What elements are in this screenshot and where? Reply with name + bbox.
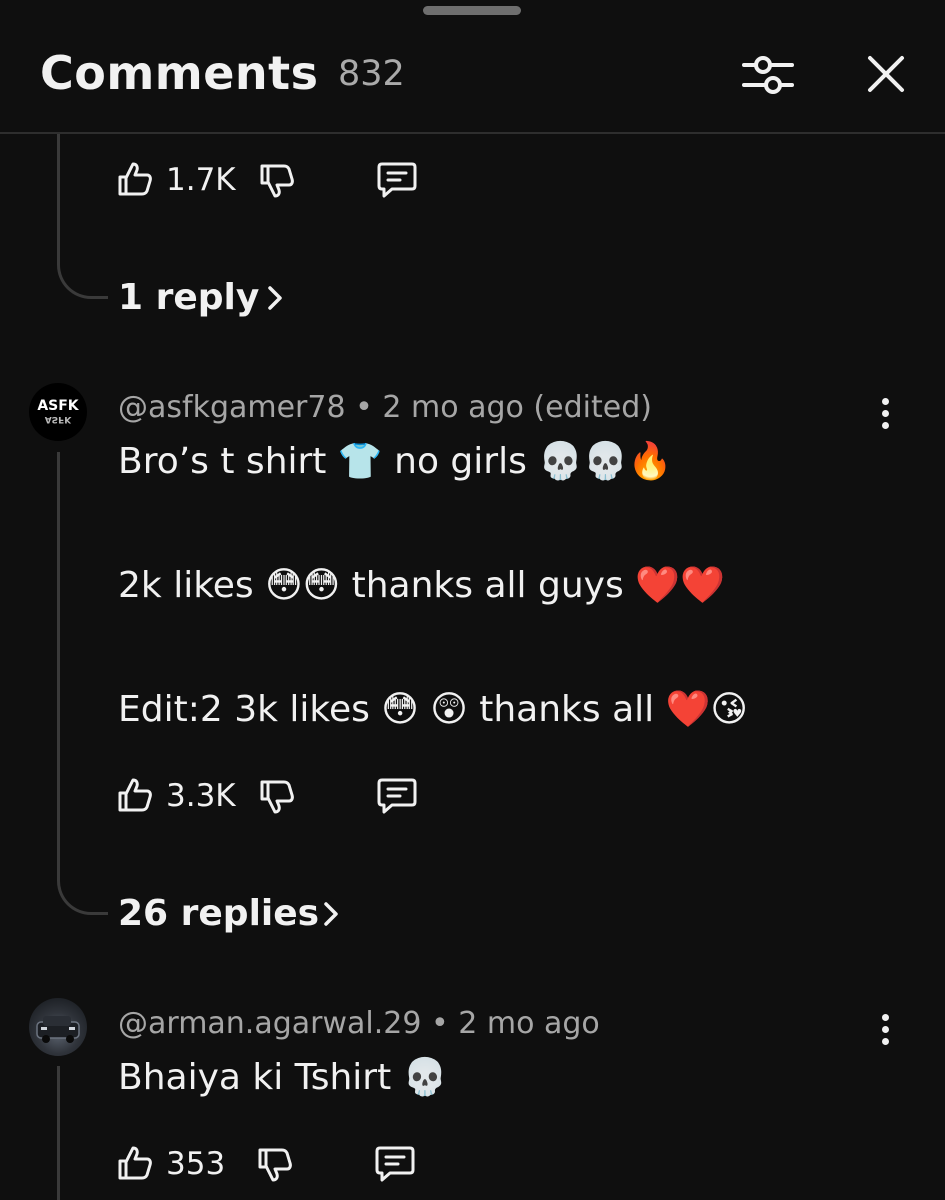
page-title: Comments	[40, 46, 319, 100]
thread-line	[57, 134, 60, 260]
avatar[interactable]: ASFK ASFK	[29, 383, 87, 441]
svg-text:ASFK: ASFK	[45, 414, 73, 424]
like-count: 353	[166, 1146, 226, 1182]
comment-bubble-icon	[377, 162, 417, 198]
like-button[interactable]	[116, 1144, 154, 1186]
thumbs-down-icon	[258, 1148, 292, 1182]
author-handle[interactable]: @arman.agarwal.29	[118, 1006, 421, 1041]
kebab-dot	[882, 1014, 889, 1021]
meta-separator: •	[355, 390, 373, 425]
comment-actions: 1.7K	[116, 156, 436, 204]
chevron-right-icon[interactable]	[322, 900, 340, 928]
like-count: 1.7K	[166, 162, 236, 198]
kebab-dot	[882, 1026, 889, 1033]
comment-time: 2 mo ago	[458, 1006, 600, 1041]
dislike-button[interactable]	[256, 1146, 294, 1188]
kebab-dot	[882, 398, 889, 405]
thread-connector	[57, 874, 108, 915]
comment-text-line: Bhaiya ki Tshirt 💀	[118, 1057, 448, 1098]
svg-text:ASFK: ASFK	[37, 398, 79, 414]
meta-separator: •	[431, 1006, 449, 1041]
comment-text-line: 2k likes 😳😳 thanks all guys ❤️❤️	[118, 565, 725, 606]
close-icon	[868, 56, 904, 92]
reply-button[interactable]	[374, 1144, 416, 1188]
thumbs-down-icon	[260, 780, 294, 814]
asfk-logo-avatar: ASFK ASFK	[37, 398, 79, 424]
close-button[interactable]	[862, 52, 910, 96]
thumbs-down-icon	[260, 164, 294, 198]
thread-connector	[57, 258, 108, 299]
author-handle[interactable]: @asfkgamer78	[118, 390, 346, 425]
comment-text-line: Bro’s t shirt 👕 no girls 💀💀🔥	[118, 441, 673, 482]
avatar[interactable]	[29, 998, 87, 1056]
thumbs-up-icon	[118, 1146, 152, 1180]
comment-time: 2 mo ago (edited)	[382, 390, 652, 425]
reply-button[interactable]	[376, 776, 418, 820]
chevron-right-icon[interactable]	[266, 284, 284, 312]
kebab-dot	[882, 422, 889, 429]
thread-line	[57, 1066, 60, 1200]
like-button[interactable]	[116, 160, 154, 202]
comment-actions: 3.3K	[116, 772, 436, 820]
comment-meta: @asfkgamer78 • 2 mo ago (edited)	[118, 390, 652, 425]
thumbs-up-icon	[118, 778, 152, 812]
like-count: 3.3K	[166, 778, 236, 814]
like-button[interactable]	[116, 776, 154, 818]
kebab-dot	[882, 1038, 889, 1045]
view-replies-link[interactable]: 1 reply	[118, 277, 259, 318]
comment-meta: @arman.agarwal.29 • 2 mo ago	[118, 1006, 600, 1041]
car-photo-avatar	[36, 1016, 80, 1043]
more-options-button[interactable]	[878, 394, 892, 434]
kebab-dot	[882, 410, 889, 417]
reply-button[interactable]	[376, 160, 418, 204]
comment-bubble-icon	[375, 1146, 415, 1182]
view-replies-link[interactable]: 26 replies	[118, 893, 319, 934]
sliders-icon	[742, 56, 794, 94]
dislike-button[interactable]	[258, 778, 296, 820]
dislike-button[interactable]	[258, 162, 296, 204]
more-options-button[interactable]	[878, 1010, 892, 1050]
thread-line	[57, 452, 60, 876]
comment-count: 832	[338, 54, 405, 94]
comments-header: Comments 832	[0, 0, 945, 134]
comment-actions: 353	[116, 1140, 436, 1188]
comment-bubble-icon	[377, 778, 417, 814]
thumbs-up-icon	[118, 162, 152, 196]
comment-text-line: Edit:2 3k likes 😳 😲 thanks all ❤️😘	[118, 689, 748, 730]
filter-button[interactable]	[740, 50, 796, 98]
